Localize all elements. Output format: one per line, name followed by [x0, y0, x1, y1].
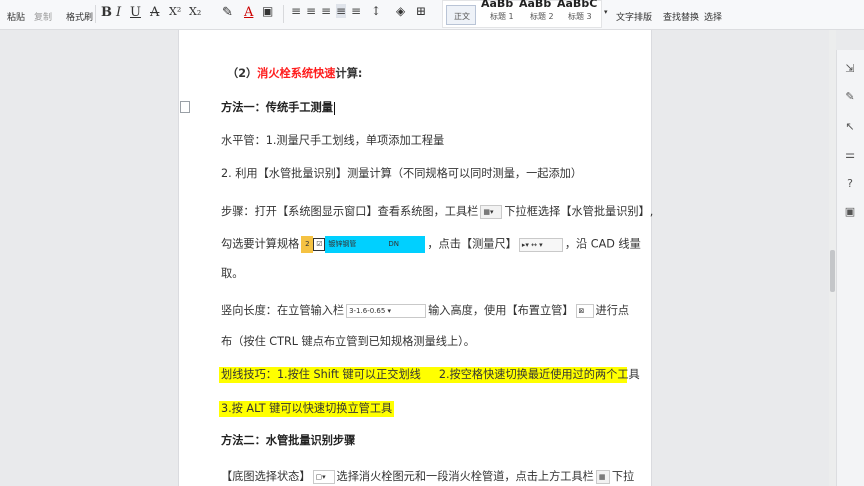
find-replace-button[interactable]: 查找替换	[663, 10, 699, 23]
align-left-icon[interactable]: ≡	[291, 4, 301, 18]
text-layout-button[interactable]: 文字排版	[616, 10, 652, 23]
base-select-snippet-icon: ▢▾	[312, 470, 335, 484]
paragraph-vertical-b: 布（按住 CTRL 键点布立管到已知规格测量线上）。	[221, 335, 475, 348]
scrollbar-thumb[interactable]	[830, 250, 835, 292]
adjust-icon[interactable]: ⚌	[843, 148, 857, 162]
style-heading1[interactable]: 标题 1	[490, 11, 514, 22]
help-icon[interactable]: ?	[843, 177, 857, 191]
right-sidebar: ⇲ ✎ ↖ ⚌ ? ▣	[836, 50, 864, 486]
style-preview-heading2: AaBb	[519, 0, 552, 10]
select-button[interactable]: 选择	[704, 10, 722, 23]
tip-line-1: 划线技巧：1.按住 Shift 键可以正交划线 2.按空格快速切换最近使用过的两个…	[219, 367, 640, 383]
document-page[interactable]: （2）消火栓系统快速计算: 方法一：传统手工测量 水平管：1.测量尺手工划线，单…	[178, 30, 654, 486]
justify-icon[interactable]: ≡	[336, 4, 347, 18]
superscript-button[interactable]: X²	[169, 5, 181, 18]
tip-line-2: 3.按 ALT 键可以快速切换立管工具	[219, 401, 395, 417]
paragraph-last: 【底图选择状态】 ▢▾ 选择消火栓图元和一段消火栓管道，点击上方工具栏 ▦ 下拉	[221, 470, 635, 484]
paragraph-horizontal: 水平管：1.测量尺手工划线，单项添加工程量	[221, 134, 445, 147]
borders-icon[interactable]: ⊞	[416, 4, 426, 18]
paragraph-steps-c: 取。	[221, 267, 244, 280]
align-right-icon[interactable]: ≡	[321, 4, 331, 18]
style-heading2[interactable]: 标题 2	[530, 11, 554, 22]
line-spacing-icon[interactable]: ↕	[371, 4, 381, 18]
heading-suffix: 计算:	[335, 67, 363, 80]
underline-button[interactable]: U	[130, 5, 141, 20]
italic-button[interactable]: I	[116, 5, 121, 20]
style-panel-icon[interactable]: ⇲	[843, 62, 857, 76]
style-preview-heading3: AaBbC	[557, 0, 598, 10]
style-normal[interactable]: 正文	[454, 11, 470, 22]
heading-prefix: （2）	[227, 67, 258, 80]
style-heading3[interactable]: 标题 3	[568, 11, 592, 22]
style-preview-heading1: AaBb	[481, 0, 514, 10]
paragraph-margin-icon[interactable]	[180, 101, 190, 113]
measure-ruler-snippet: ▸▾ ↔ ▾	[518, 237, 563, 252]
toolbar-snippet-icon: ▦▾	[480, 205, 503, 219]
pen-icon[interactable]: ✎	[843, 90, 857, 104]
toolbar-snippet-icon-2: ▦	[595, 470, 610, 484]
paragraph-steps-a: 步骤：打开【系统图显示窗口】查看系统图，工具栏 ▦▾ 下拉框选择【水管批量识别】,	[221, 205, 654, 219]
method1-title: 方法一：传统手工测量	[221, 101, 335, 115]
toolbar-divider	[283, 5, 284, 23]
heading-red-text: 消火栓系统快速	[257, 67, 336, 80]
copy-button[interactable]: 复制	[34, 10, 52, 23]
riser-height-snippet: 3-1.6-0.65 ▾	[346, 304, 427, 318]
paragraph-steps-b: 勾选要计算规格 2 ☑ 镀锌钢管 DN ，点击【测量尺】 ▸▾ ↔ ▾ ，沿 CAD 线量	[221, 236, 641, 253]
highlight-color-icon[interactable]: ✎	[222, 5, 233, 20]
bold-button[interactable]: B	[101, 5, 112, 20]
text-cursor	[333, 101, 335, 115]
paragraph-vertical-a: 竖向长度：在立管输入栏 3-1.6-0.65 ▾ 输入高度，使用【布置立管】 ⊠ 进行点	[221, 304, 630, 318]
paragraph-batch: 2. 利用【水管批量识别】测量计算（不同规格可以同时测量，一起添加）	[221, 167, 583, 180]
place-riser-snippet-icon: ⊠	[575, 304, 594, 318]
font-color-icon[interactable]: A	[244, 5, 253, 20]
ribbon-toolbar: 粘贴 复制 格式刷 B I U A X² X₂ ✎ A ▣ ≡ ≡ ≡ ≡ ≡ …	[0, 0, 864, 30]
share-icon[interactable]: ▣	[843, 205, 857, 219]
spec-row-snippet: 2 ☑ 镀锌钢管 DN	[301, 236, 426, 253]
method2-title: 方法二：水管批量识别步骤	[221, 434, 356, 447]
paste-button[interactable]: 粘贴	[7, 10, 25, 23]
shading-icon[interactable]: ◈	[396, 4, 405, 18]
select-pointer-icon[interactable]: ↖	[843, 120, 857, 134]
format-painter-button[interactable]: 格式刷	[66, 10, 93, 23]
strikethrough-button[interactable]: A	[150, 5, 159, 20]
subscript-button[interactable]: X₂	[189, 5, 201, 18]
character-border-icon[interactable]: ▣	[262, 4, 273, 18]
section-heading: （2）消火栓系统快速计算:	[227, 66, 362, 82]
spec-checkbox: ☑	[313, 237, 326, 251]
distributed-align-icon[interactable]: ≡	[351, 4, 361, 18]
align-center-icon[interactable]: ≡	[306, 4, 316, 18]
styles-dropdown-icon[interactable]: ▾	[604, 8, 608, 16]
toolbar-divider	[95, 5, 96, 23]
